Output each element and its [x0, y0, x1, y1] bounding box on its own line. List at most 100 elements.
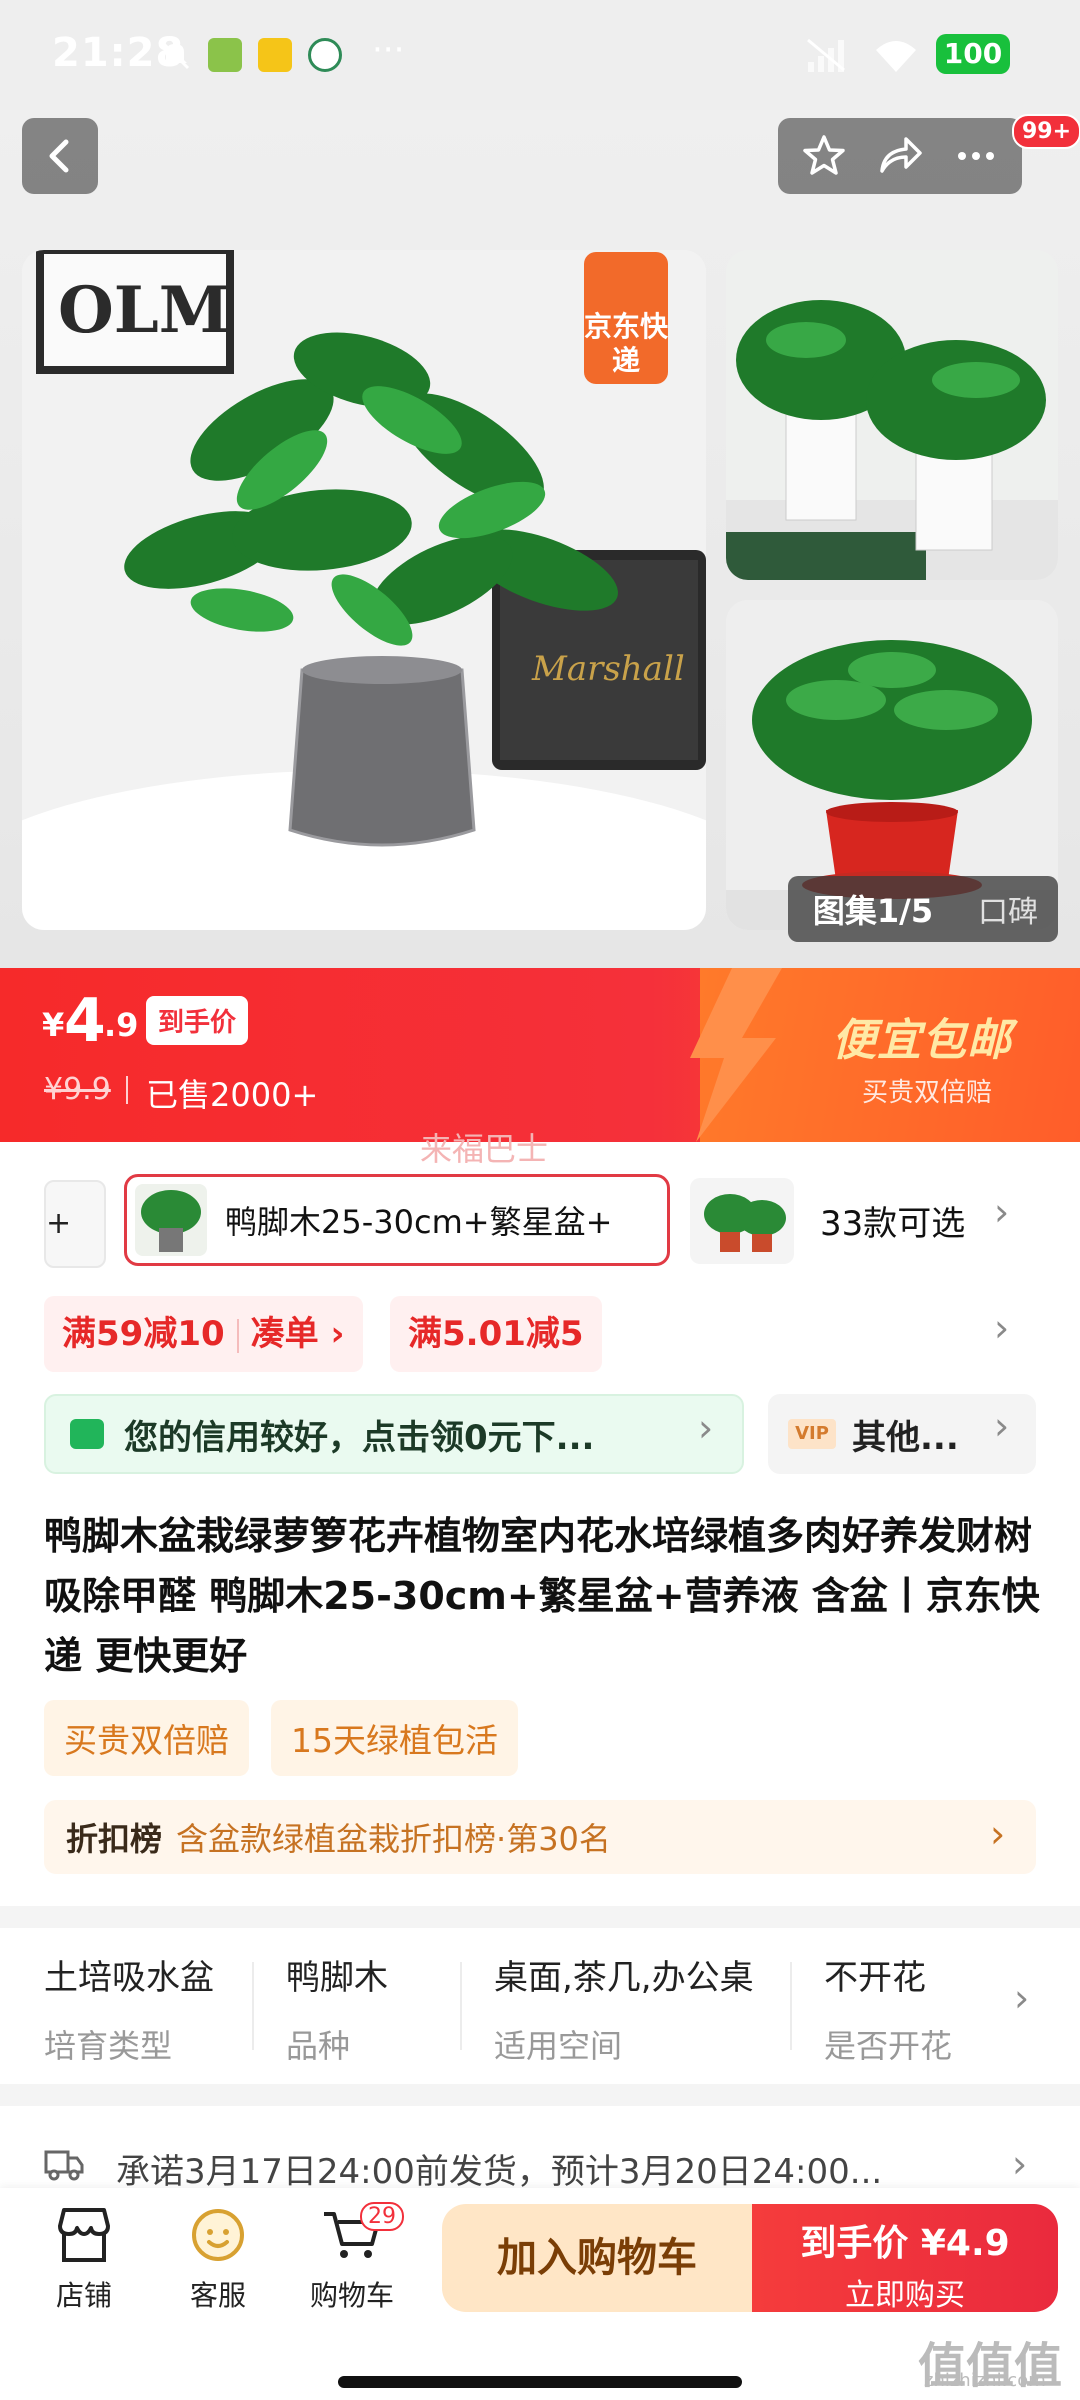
android-icon: [208, 38, 242, 72]
attribute-item: 鸭脚木 品种: [286, 1950, 388, 2067]
buy-now-label: 立即购买: [845, 2278, 965, 2313]
side-product-image-1[interactable]: [726, 250, 1058, 580]
attribute-divider: [790, 1962, 792, 2050]
credit-banner[interactable]: 您的信用较好，点击领0元下... ›: [44, 1394, 744, 1474]
buy-now-price: 到手价 ¥4.9: [800, 2223, 1010, 2264]
sku-option-next[interactable]: [690, 1178, 794, 1264]
section-divider: [0, 2084, 1080, 2106]
ranking-value: 含盆款绿植盆栽折扣榜·第30名: [176, 1820, 611, 1858]
header-actions: [778, 118, 1022, 194]
product-title: 鸭脚木盆栽绿萝箩花卉植物室内花水培绿植多肉好养发财树吸除甲醛 鸭脚木25-30c…: [44, 1514, 1040, 1678]
price-currency: ¥: [42, 1006, 65, 1044]
reviews-tab[interactable]: 口碑: [958, 887, 1058, 931]
coupon-2[interactable]: 满5.01减5: [390, 1296, 602, 1372]
other-benefits[interactable]: VIP 其他... ›: [768, 1394, 1036, 1474]
ranking-chevron-icon: ›: [990, 1812, 1006, 1856]
coupons-chevron-icon[interactable]: ›: [994, 1306, 1009, 1350]
share-icon: [880, 137, 922, 173]
back-arrow-icon: [49, 139, 69, 173]
service-tags: 买贵双倍赔 15天绿植包活: [44, 1700, 540, 1776]
sku-option-prev[interactable]: 盆+: [44, 1180, 106, 1268]
sku-thumbnail: [135, 1184, 207, 1256]
price-integer: 4: [64, 986, 106, 1056]
sku-plant-thumb: [141, 1190, 201, 1252]
sku-option-prev-label: 盆+: [45, 1206, 72, 1241]
attribute-item: 桌面,茶几,办公桌 适用空间: [494, 1950, 754, 2067]
status-bar: 21:28 ··· 100: [0, 0, 1080, 110]
favorite-button[interactable]: [794, 126, 854, 186]
svg-text:Marshall: Marshall: [531, 649, 685, 689]
shipping-text: 承诺3月17日24:00前发货，预计3月20日24:00...: [116, 2152, 883, 2192]
attribute-item: 土培吸水盆 培育类型: [44, 1950, 214, 2067]
gallery-tabs[interactable]: 图集1/5 口碑: [788, 876, 1058, 942]
attribute-key: 培育类型: [44, 2027, 173, 2065]
credit-chevron-icon: ›: [698, 1406, 714, 1450]
add-to-cart-button[interactable]: 加入购物车: [442, 2204, 752, 2312]
sku-next-thumb: [704, 1194, 786, 1252]
attribute-divider: [252, 1962, 254, 2050]
shipping-chevron-icon: ›: [1012, 2142, 1028, 2186]
cart-label: 购物车: [309, 2279, 394, 2312]
attribute-key: 品种: [286, 2027, 351, 2065]
plant-pair-illustration: [726, 250, 1058, 580]
price-decimal: .9: [104, 1006, 139, 1044]
shop-button[interactable]: 店铺: [24, 2206, 144, 2314]
attribute-key: 适用空间: [494, 2027, 623, 2065]
overlay-ghost-text: 来福巴士: [420, 1130, 549, 1168]
service-label: 客服: [189, 2279, 246, 2312]
sku-selector: 盆+ 鸭脚木25-30cm+繁星盆+ 33款可选 ›: [0, 1172, 1080, 1268]
svg-text:OLM: OLM: [58, 273, 230, 348]
message-badge: 99+: [1012, 114, 1080, 149]
gallery-counter[interactable]: 图集1/5: [788, 886, 958, 932]
sku-count[interactable]: 33款可选: [820, 1196, 965, 1245]
more-button[interactable]: [946, 126, 1006, 186]
sku-option-selected[interactable]: 鸭脚木25-30cm+繁星盆+: [124, 1174, 670, 1266]
attribute-value: 桌面,茶几,办公桌: [494, 1958, 754, 1998]
more-notifications-icon: ···: [372, 30, 405, 70]
other-chevron-icon: ›: [994, 1404, 1010, 1448]
sku-selected-label: 鸭脚木25-30cm+繁星盆+: [225, 1203, 613, 1241]
coupon-1[interactable]: 满59减10 凑单 ›: [44, 1296, 363, 1372]
ranking-banner[interactable]: 折扣榜 含盆款绿植盆栽折扣榜·第30名 ›: [44, 1800, 1036, 1874]
shop-icon: [58, 2208, 110, 2262]
app-notify-icon: [258, 38, 292, 72]
coupon-divider: [236, 1318, 239, 1353]
coupon-1-action[interactable]: 凑单 ›: [251, 1314, 345, 1354]
mute-icon: [158, 38, 192, 72]
service-tag[interactable]: 15天绿植包活: [271, 1700, 518, 1776]
credit-text: 您的信用较好，点击领0元下...: [124, 1417, 595, 1458]
attributes-chevron-icon: ›: [1014, 1976, 1030, 2020]
attribute-key: 是否开花: [824, 2027, 953, 2065]
coupon-1-label: 满59减10: [62, 1314, 225, 1354]
attribute-item: 不开花 是否开花: [824, 1950, 952, 2067]
star-icon: [803, 135, 845, 175]
watermark-url: zhizhizhi.com: [924, 2370, 1046, 2391]
service-tag[interactable]: 买贵双倍赔: [44, 1700, 249, 1776]
jd-express-tag: 京东快递: [584, 252, 668, 384]
sku-chevron-icon[interactable]: ›: [994, 1190, 1009, 1234]
vip-icon: VIP: [788, 1419, 836, 1449]
share-button[interactable]: [870, 126, 930, 186]
battery-indicator: 100: [936, 34, 1010, 74]
buy-now-button[interactable]: 到手价 ¥4.9 立即购买: [752, 2204, 1058, 2313]
attribute-value: 鸭脚木: [286, 1958, 388, 1998]
product-attributes[interactable]: 土培吸水盆 培育类型 鸭脚木 品种 桌面,茶几,办公桌 适用空间 不开花 是否开…: [0, 1928, 1080, 2084]
final-price-tag: 到手价: [146, 996, 249, 1045]
sold-count: 已售2000+: [146, 1076, 319, 1114]
original-price: ¥9.9: [44, 1072, 111, 1107]
customer-service-icon: [192, 2209, 244, 2261]
product-gallery: 99+ OLM Marshall 京东快递 图集1/5 口碑: [0, 110, 1080, 970]
shopping-bag-icon: [70, 1419, 104, 1449]
no-signal-icon: [806, 38, 846, 76]
home-indicator[interactable]: [338, 2376, 742, 2388]
back-button[interactable]: [22, 118, 98, 194]
bank-icon: [308, 38, 342, 72]
attribute-value: 不开花: [824, 1958, 926, 1998]
wifi-icon: [872, 38, 920, 78]
shop-label: 店铺: [55, 2279, 112, 2312]
attribute-divider: [460, 1962, 462, 2050]
lightning-bolt-icon: [690, 968, 782, 1142]
price-banner: ¥ 4 .9 到手价 ¥9.9 已售2000+ 便宜包邮 买贵双倍赔: [0, 968, 1080, 1142]
sold-divider: [126, 1076, 128, 1104]
service-button[interactable]: 客服: [158, 2206, 278, 2314]
